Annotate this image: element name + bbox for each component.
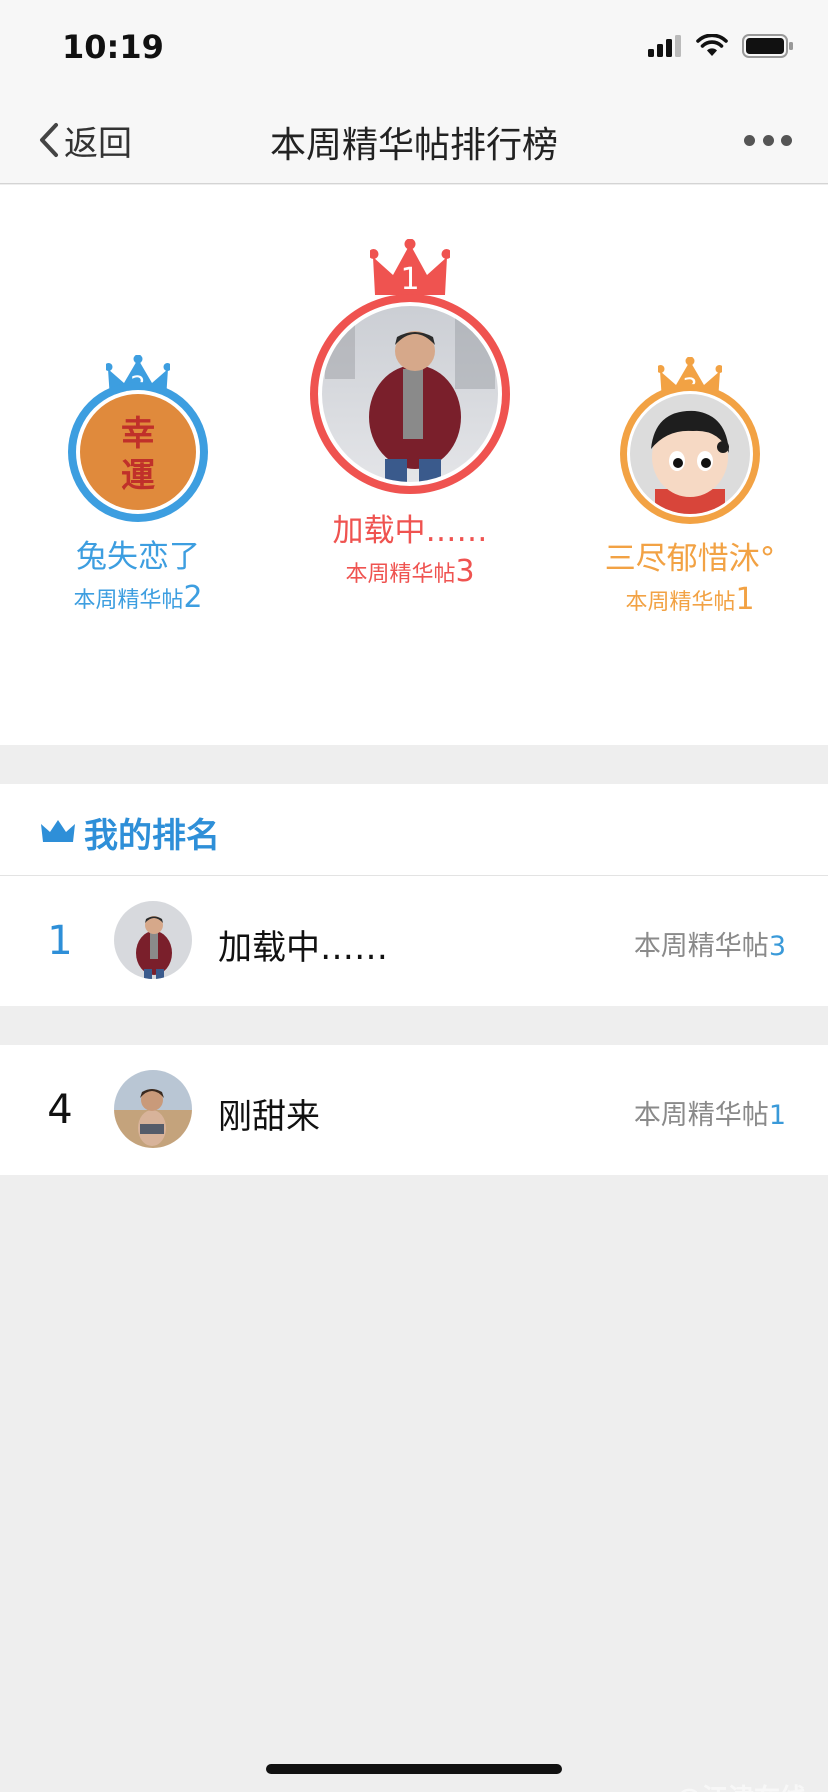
post-stat: 本周精华帖3: [634, 924, 786, 963]
stat-label: 本周精华帖: [73, 588, 184, 613]
stat-value: 3: [768, 931, 786, 962]
status-bar: 10:19: [0, 0, 828, 96]
avatar: [114, 901, 192, 979]
my-rank-title: 我的排名: [84, 816, 220, 856]
more-dot: [744, 134, 755, 146]
more-dot: [781, 134, 792, 146]
crown-icon: [41, 820, 75, 842]
avatar: 幸 運: [68, 382, 208, 522]
list-item[interactable]: 1 加载中…… 本周精华帖3: [0, 876, 828, 1006]
podium-stat: 本周精华帖2: [48, 580, 228, 615]
stat-value: 1: [735, 582, 755, 617]
page-title: 本周精华帖排行榜: [269, 125, 558, 166]
avatar: [310, 294, 510, 494]
more-dot: [762, 134, 774, 146]
app-screen: 10:19 返回 本周精华帖排行榜 幸 運 兔失恋了 本周精华帖2 1 加载中……: [0, 0, 828, 1792]
user-name: 刚甜来: [218, 1097, 320, 1137]
user-name: 加载中……: [218, 928, 388, 968]
svg-text:幸: 幸: [121, 414, 155, 454]
podium-name: 三尽郁惜沐°: [604, 541, 776, 577]
wifi-icon: [696, 34, 728, 56]
podium-first-place[interactable]: 1 加载中…… 本周精华帖3: [290, 239, 530, 589]
stat-label: 本周精华帖: [625, 590, 736, 615]
podium-second-place[interactable]: 2 幸 運 兔失恋了 本周精华帖2: [48, 355, 228, 615]
avatar: [620, 384, 760, 524]
home-indicator[interactable]: [266, 1764, 562, 1774]
stat-value: 3: [455, 554, 475, 589]
stat-label: 本周精华帖: [633, 1100, 769, 1131]
status-icons: [648, 34, 794, 58]
more-button[interactable]: [744, 132, 792, 148]
stat-value: 2: [183, 580, 203, 615]
rank-number: 4: [47, 1087, 73, 1133]
podium-third-place[interactable]: 3: [600, 357, 780, 617]
top-three-podium: 2 幸 運 兔失恋了 本周精华帖2: [0, 185, 828, 745]
rank-number: 1: [47, 918, 73, 964]
my-rank-header: 我的排名: [0, 784, 828, 876]
list-item[interactable]: 4 刚甜来 本周精华帖1: [0, 1045, 828, 1175]
podium-stat: 本周精华帖1: [600, 582, 780, 617]
podium-stat: 本周精华帖3: [290, 554, 530, 589]
podium-name: 加载中……: [332, 513, 488, 549]
stat-value: 1: [768, 1100, 786, 1131]
status-time: 10:19: [62, 28, 164, 66]
stat-label: 本周精华帖: [633, 931, 769, 962]
svg-text:運: 運: [121, 456, 155, 496]
avatar: [114, 1070, 192, 1148]
podium-name: 兔失恋了: [76, 539, 200, 575]
stat-label: 本周精华帖: [345, 562, 456, 587]
post-stat: 本周精华帖1: [634, 1093, 786, 1132]
battery-icon: [742, 34, 793, 58]
navigation-bar: 返回 本周精华帖排行榜: [0, 96, 828, 184]
watermark: @江津在线: [676, 1778, 806, 1792]
cellular-signal-icon: [648, 35, 681, 57]
